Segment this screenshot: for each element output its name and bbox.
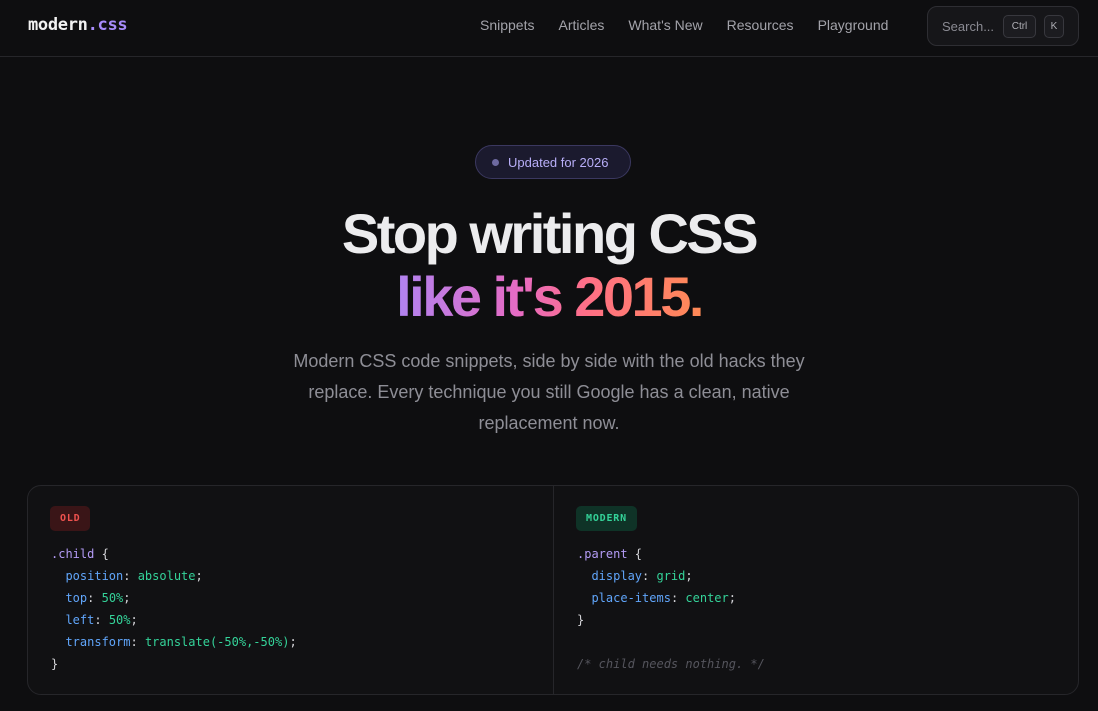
code-brace-open: { — [94, 547, 109, 561]
main-nav: Snippets Articles What's New Resources P… — [480, 17, 912, 33]
code-value: center — [685, 591, 729, 605]
badge-label: Updated for 2026 — [508, 154, 609, 170]
code-property: transform — [65, 635, 131, 649]
code-property: left — [65, 613, 95, 627]
code-comment: /* child needs nothing. */ — [577, 657, 765, 671]
modern-code-panel: MODERN .parent { display: grid; place-it… — [554, 486, 1078, 694]
headline-line-2: like it's 2015. — [0, 264, 1098, 329]
modern-tag: MODERN — [576, 506, 637, 531]
code-value: 50% — [101, 591, 124, 605]
nav-link-snippets[interactable]: Snippets — [480, 17, 534, 33]
code-value: absolute — [137, 569, 196, 583]
code-selector: .child — [51, 547, 95, 561]
code-property: top — [65, 591, 88, 605]
top-navbar: modern.css Snippets Articles What's New … — [0, 0, 1098, 57]
code-brace-close: } — [577, 613, 585, 627]
modern-code-block: .parent { display: grid; place-items: ce… — [577, 547, 765, 671]
headline-line-1: Stop writing CSS — [341, 202, 759, 265]
site-logo[interactable]: modern.css — [28, 15, 128, 35]
logo-accent: .css — [87, 15, 128, 35]
shortcut-k-key: K — [1044, 15, 1064, 38]
search-button[interactable]: Search... Ctrl K — [927, 6, 1079, 46]
hero-subtitle: Modern CSS code snippets, side by side w… — [293, 351, 805, 433]
badge-dot-icon — [492, 158, 499, 166]
code-value: translate(-50%,-50%) — [144, 635, 290, 649]
code-selector: .parent — [577, 547, 628, 561]
code-brace-open: { — [627, 547, 643, 561]
old-tag: OLD — [50, 506, 91, 531]
code-property: position — [65, 569, 124, 583]
code-property: place-items — [591, 591, 671, 605]
shortcut-ctrl-key: Ctrl — [1003, 15, 1036, 38]
search-placeholder: Search... — [942, 18, 995, 34]
old-code-block: .child { position: absolute; top: 50%; l… — [51, 547, 297, 671]
nav-link-articles[interactable]: Articles — [558, 17, 604, 33]
nav-link-resources[interactable]: Resources — [727, 17, 794, 33]
nav-link-playground[interactable]: Playground — [818, 17, 889, 33]
nav-link-whats-new[interactable]: What's New — [628, 17, 702, 33]
old-code-panel: OLD .child { position: absolute; top: 50… — [28, 486, 554, 694]
logo-main: modern — [28, 15, 88, 35]
code-comparison-card: OLD .child { position: absolute; top: 50… — [27, 485, 1079, 695]
headline-gradient-text: like it's 2015. — [396, 265, 704, 328]
update-badge: Updated for 2026 — [475, 145, 631, 179]
code-value: grid — [656, 569, 686, 583]
code-value: 50% — [108, 613, 131, 627]
code-brace-close: } — [51, 657, 59, 671]
code-property: display — [591, 569, 643, 583]
